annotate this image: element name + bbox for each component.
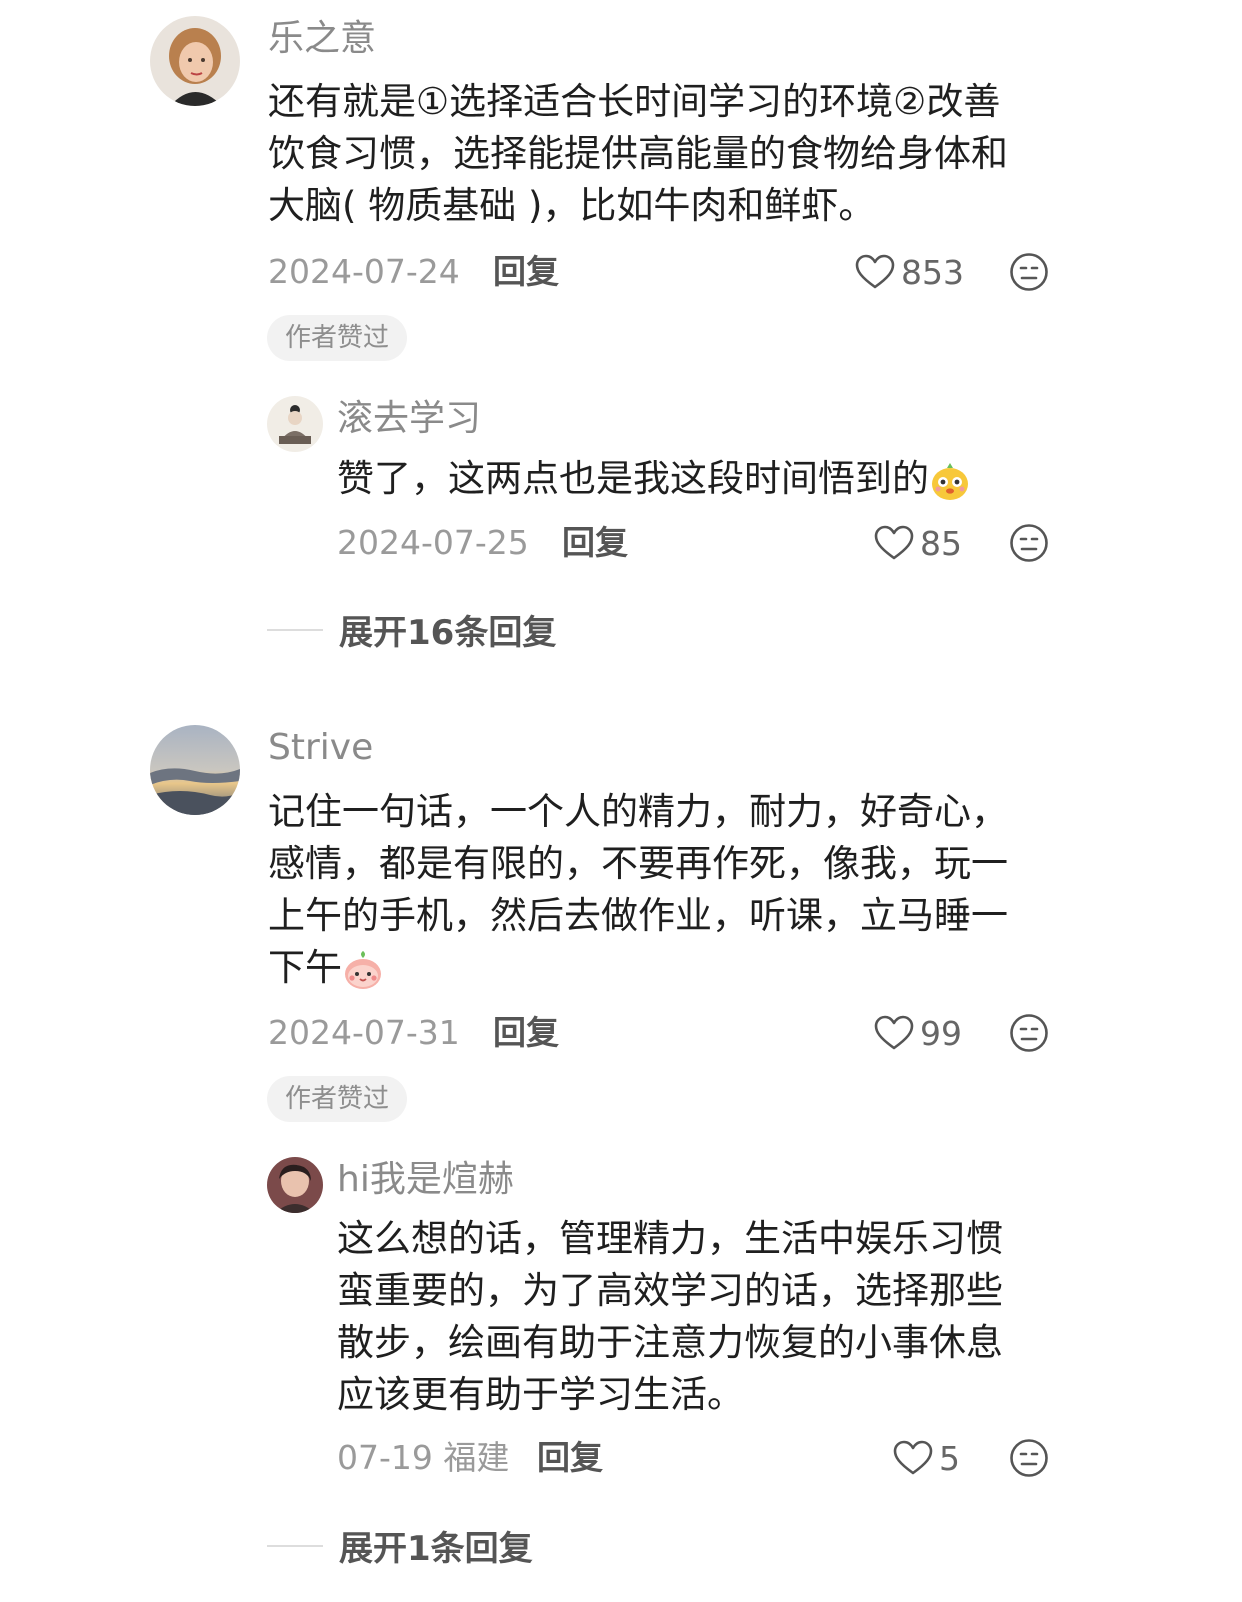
like-count: 99 xyxy=(920,1013,962,1053)
comment-text-line: 感情，都是有限的，不要再作死，像我，玩一 xyxy=(268,842,1008,885)
comment-text-line: 记住一句话，一个人的精力，耐力，好奇心， xyxy=(268,790,1008,833)
avatar[interactable] xyxy=(150,725,240,815)
reply-text-line: 应该更有助于学习生活。 xyxy=(337,1373,744,1416)
like-button[interactable]: 99 xyxy=(874,1013,962,1053)
divider xyxy=(267,1544,323,1547)
comment-text-line: 饮食习惯，选择能提供高能量的食物给身体和 xyxy=(268,132,1008,175)
like-count: 85 xyxy=(920,523,962,563)
reply-text-line: 赞了，这两点也是我这段时间悟到的 xyxy=(337,457,929,500)
expand-replies-button[interactable]: 展开1条回复 xyxy=(267,1521,533,1570)
like-count: 5 xyxy=(939,1438,960,1478)
author-liked-badge: 作者赞过 xyxy=(267,315,408,361)
heart-outline-icon xyxy=(893,1440,933,1476)
reply-button[interactable]: 回复 xyxy=(562,526,628,559)
reply-username[interactable]: 滚去学习 xyxy=(337,401,481,437)
comment-text-line: 大脑( 物质基础 )，比如牛肉和鲜虾。 xyxy=(268,184,876,227)
comment-username[interactable]: Strive xyxy=(268,730,373,766)
avatar[interactable] xyxy=(150,16,240,106)
comment-text-line: 下午 xyxy=(268,946,342,989)
meh-face-icon[interactable] xyxy=(1009,523,1049,563)
avatar[interactable] xyxy=(267,396,323,452)
peach-face-emoji-icon xyxy=(345,950,381,989)
comment-date: 2024-07-24 xyxy=(268,252,460,291)
reply-text: 这么想的话，管理精力，生活中娱乐习惯 蛮重要的，为了高效学习的话，选择那些 散步… xyxy=(337,1213,1003,1421)
reply-button[interactable]: 回复 xyxy=(493,255,559,288)
reply-text-line: 蛮重要的，为了高效学习的话，选择那些 xyxy=(337,1269,1003,1312)
comment-username[interactable]: 乐之意 xyxy=(268,21,376,57)
reply-button[interactable]: 回复 xyxy=(493,1016,559,1049)
meh-face-icon[interactable] xyxy=(1009,252,1049,292)
reply-button[interactable]: 回复 xyxy=(537,1441,603,1474)
comment-text-line: 还有就是①选择适合长时间学习的环境②改善 xyxy=(268,80,1001,123)
like-button[interactable]: 853 xyxy=(855,252,964,292)
expand-replies-label: 展开1条回复 xyxy=(339,1529,533,1569)
reply-text-line: 散步，绘画有助于注意力恢复的小事休息 xyxy=(337,1321,1003,1364)
like-count: 853 xyxy=(901,252,964,292)
meh-face-icon[interactable] xyxy=(1009,1013,1049,1053)
divider xyxy=(267,628,323,631)
reply-text: 赞了，这两点也是我这段时间悟到的 xyxy=(337,453,971,505)
yellow-chick-emoji-icon xyxy=(932,462,968,500)
expand-replies-button[interactable]: 展开16条回复 xyxy=(267,605,556,654)
like-button[interactable]: 85 xyxy=(874,523,962,563)
comment-text: 记住一句话，一个人的精力，耐力，好奇心， 感情，都是有限的，不要再作死，像我，玩… xyxy=(268,786,1008,994)
like-button[interactable]: 5 xyxy=(893,1438,960,1478)
author-liked-badge: 作者赞过 xyxy=(267,1076,408,1122)
reply-text-line: 这么想的话，管理精力，生活中娱乐习惯 xyxy=(337,1217,1003,1260)
heart-outline-icon xyxy=(874,525,914,561)
expand-replies-label: 展开16条回复 xyxy=(339,613,557,653)
comment-text-line: 上午的手机，然后去做作业，听课，立马睡一 xyxy=(268,894,1008,937)
avatar[interactable] xyxy=(267,1157,323,1213)
heart-outline-icon xyxy=(874,1015,914,1051)
reply-date: 2024-07-25 xyxy=(337,523,529,562)
reply-username[interactable]: hi我是煊赫 xyxy=(337,1162,514,1198)
comment-date: 2024-07-31 xyxy=(268,1013,460,1052)
reply-date: 07-19 福建 xyxy=(337,1438,510,1477)
meh-face-icon[interactable] xyxy=(1009,1438,1049,1478)
comment-text: 还有就是①选择适合长时间学习的环境②改善 饮食习惯，选择能提供高能量的食物给身体… xyxy=(268,76,1008,232)
heart-outline-icon xyxy=(855,254,895,290)
